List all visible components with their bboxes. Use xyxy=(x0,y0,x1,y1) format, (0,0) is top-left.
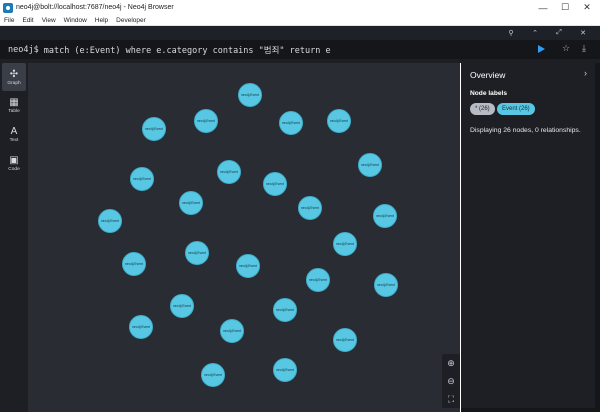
collapse-icon[interactable]: ⌃ xyxy=(528,29,542,37)
menu-bar: File Edit View Window Help Developer xyxy=(0,15,600,26)
graph-node[interactable]: neo4j:Event xyxy=(201,363,225,387)
label-badge-event[interactable]: Event (26) xyxy=(497,103,535,115)
overview-panel: Overview › Node labels * (26) Event (26)… xyxy=(461,63,595,408)
table-icon: ▦ xyxy=(9,96,19,108)
sidebar-item-graph[interactable]: ✣ Graph xyxy=(2,63,26,91)
fit-to-screen-icon[interactable]: ⛶ xyxy=(442,390,460,408)
close-window-button[interactable]: ✕ xyxy=(574,0,600,15)
graph-node[interactable]: neo4j:Event xyxy=(298,196,322,220)
graph-node[interactable]: neo4j:Event xyxy=(129,315,153,339)
graph-node[interactable]: neo4j:Event xyxy=(236,254,260,278)
zoom-in-icon[interactable]: ⊕ xyxy=(442,354,460,372)
graph-node[interactable]: neo4j:Event xyxy=(273,298,297,322)
neo4j-app-icon xyxy=(3,2,13,13)
label-badge-all[interactable]: * (26) xyxy=(470,103,495,115)
menu-view[interactable]: View xyxy=(42,17,56,24)
sidebar-item-table[interactable]: ▦ Table xyxy=(2,91,26,119)
bottom-border xyxy=(461,408,595,412)
view-sidebar: ✣ Graph ▦ Table A Text ▣ Code xyxy=(0,63,28,412)
menu-developer[interactable]: Developer xyxy=(116,17,146,24)
graph-node[interactable]: neo4j:Event xyxy=(194,109,218,133)
graph-node[interactable]: neo4j:Event xyxy=(306,268,330,292)
graph-node[interactable]: neo4j:Event xyxy=(122,252,146,276)
menu-help[interactable]: Help xyxy=(95,17,108,24)
sidebar-item-code[interactable]: ▣ Code xyxy=(2,149,26,177)
sidebar-label-text: Text xyxy=(9,137,19,143)
star-icon[interactable]: ☆ xyxy=(562,43,570,54)
zoom-out-icon[interactable]: ⊖ xyxy=(442,372,460,390)
graph-node[interactable]: neo4j:Event xyxy=(170,294,194,318)
graph-node[interactable]: neo4j:Event xyxy=(238,83,262,107)
graph-node[interactable]: neo4j:Event xyxy=(327,109,351,133)
chevron-right-icon[interactable]: › xyxy=(584,68,587,78)
graph-node[interactable]: neo4j:Event xyxy=(373,204,397,228)
frame-toolbar: ⚲ ⌃ ⤢ ✕ xyxy=(0,26,600,40)
sidebar-label-code: Code xyxy=(8,166,20,172)
graph-canvas[interactable]: neo4j:Event neo4j:Event neo4j:Event neo4… xyxy=(28,63,460,412)
menu-edit[interactable]: Edit xyxy=(22,17,33,24)
graph-node[interactable]: neo4j:Event xyxy=(220,319,244,343)
graph-icon: ✣ xyxy=(9,68,19,80)
right-border xyxy=(595,63,600,412)
play-icon[interactable] xyxy=(538,45,545,53)
editor-prompt: neo4j$ xyxy=(8,44,39,55)
menu-window[interactable]: Window xyxy=(64,17,87,24)
graph-node[interactable]: neo4j:Event xyxy=(273,358,297,382)
close-icon[interactable]: ✕ xyxy=(576,29,590,37)
sidebar-label-graph: Graph xyxy=(7,80,21,86)
window-title: neo4j@bolt://localhost:7687/neo4j - Neo4… xyxy=(16,4,174,11)
pin-icon[interactable]: ⚲ xyxy=(504,29,518,37)
graph-node[interactable]: neo4j:Event xyxy=(185,241,209,265)
graph-node[interactable]: neo4j:Event xyxy=(179,191,203,215)
download-icon[interactable]: ⤓ xyxy=(582,43,586,54)
zoom-controls: ⊕ ⊖ ⛶ xyxy=(442,354,460,408)
graph-node[interactable]: neo4j:Event xyxy=(142,117,166,141)
query-text[interactable]: match (e:Event) where e.category contain… xyxy=(44,44,331,56)
overview-title: Overview xyxy=(470,70,506,80)
graph-node[interactable]: neo4j:Event xyxy=(98,209,122,233)
window-titlebar: neo4j@bolt://localhost:7687/neo4j - Neo4… xyxy=(0,0,600,15)
query-editor[interactable]: neo4j$ match (e:Event) where e.category … xyxy=(0,40,600,59)
node-labels-heading: Node labels xyxy=(470,90,508,97)
graph-node[interactable]: neo4j:Event xyxy=(130,167,154,191)
graph-node[interactable]: neo4j:Event xyxy=(333,232,357,256)
graph-node[interactable]: neo4j:Event xyxy=(333,328,357,352)
graph-node[interactable]: neo4j:Event xyxy=(374,273,398,297)
menu-file[interactable]: File xyxy=(4,17,14,24)
sidebar-item-text[interactable]: A Text xyxy=(2,120,26,148)
sidebar-label-table: Table xyxy=(8,108,20,114)
text-icon: A xyxy=(10,125,18,137)
graph-node[interactable]: neo4j:Event xyxy=(279,111,303,135)
graph-node[interactable]: neo4j:Event xyxy=(217,160,241,184)
overview-summary: Displaying 26 nodes, 0 relationships. xyxy=(470,127,581,134)
expand-icon[interactable]: ⤢ xyxy=(552,29,566,37)
graph-node[interactable]: neo4j:Event xyxy=(358,153,382,177)
code-icon: ▣ xyxy=(9,154,19,166)
graph-node[interactable]: neo4j:Event xyxy=(263,172,287,196)
